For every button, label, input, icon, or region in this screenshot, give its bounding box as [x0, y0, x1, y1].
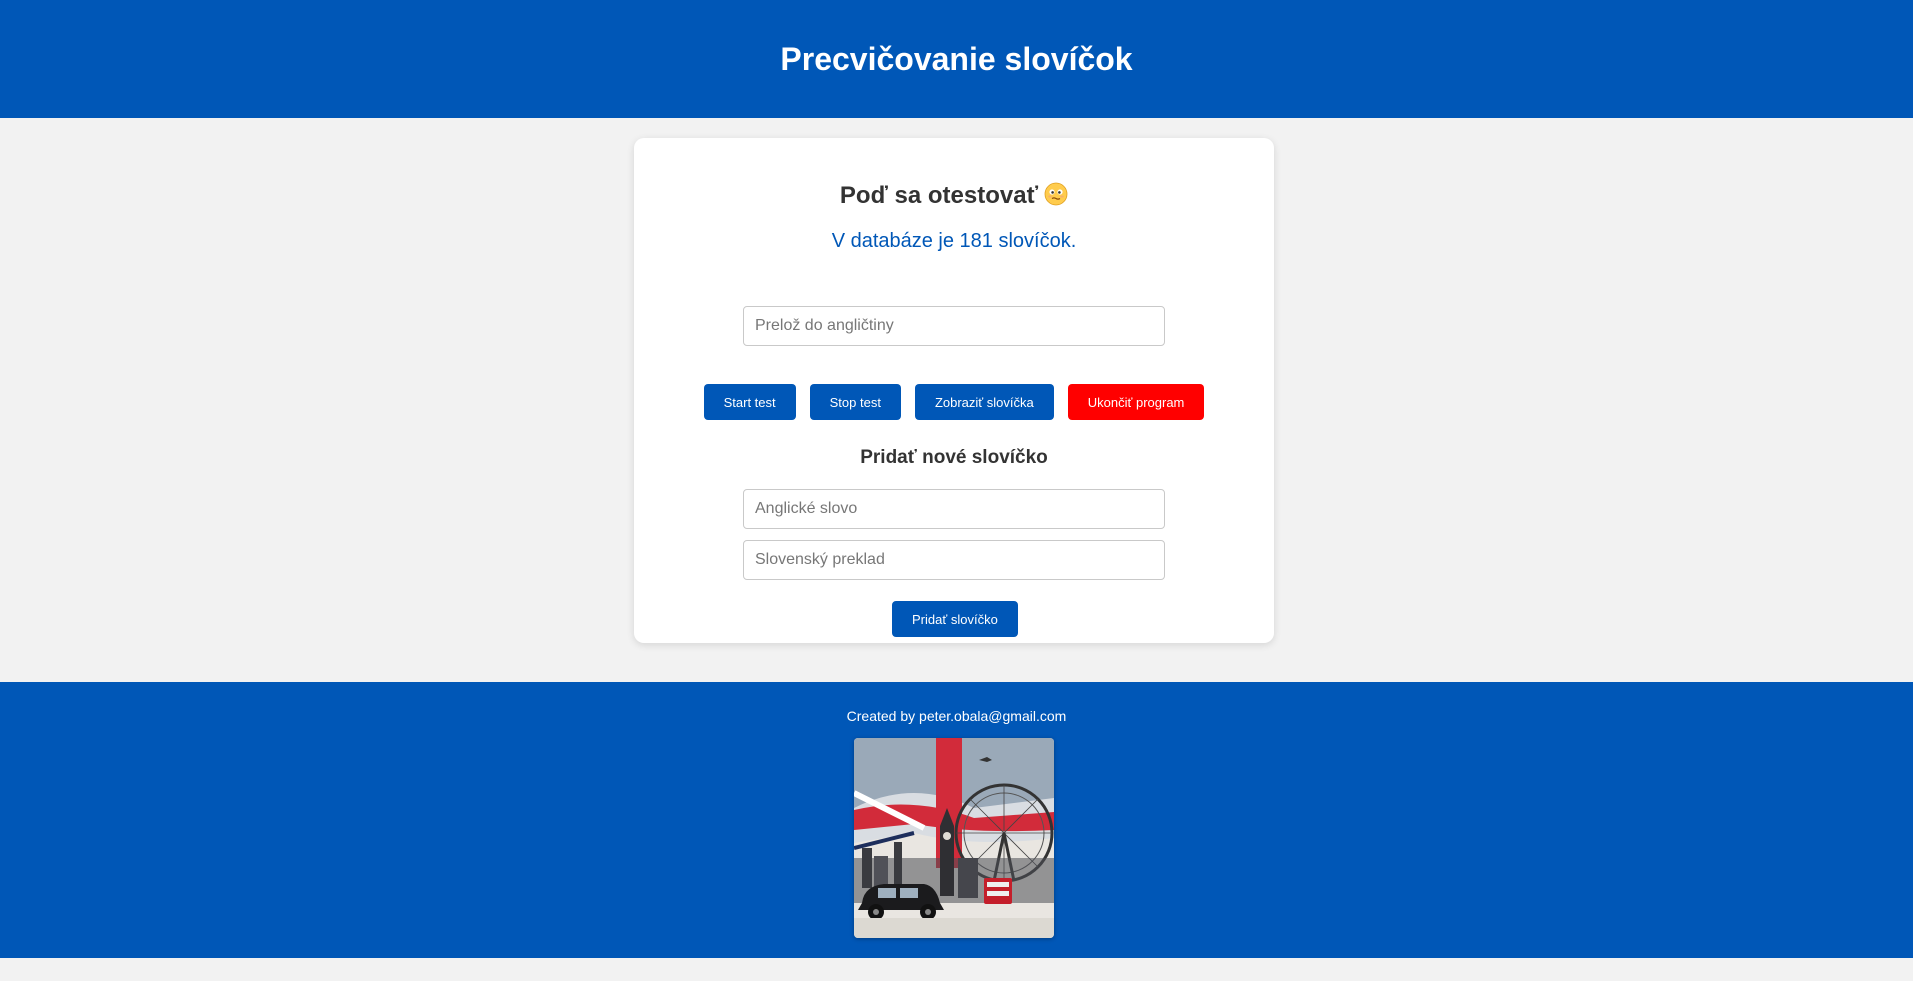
test-title: Poď sa otestovať [839, 182, 1039, 209]
start-test-button[interactable]: Start test [703, 384, 796, 420]
page-title: Precvičovanie slovíčok [780, 40, 1133, 77]
test-title-row: Poď sa otestovať [634, 182, 1274, 210]
add-word-title: Pridať nové slovíčko [860, 447, 1048, 468]
london-illustration-image [854, 738, 1054, 938]
london-illustration-svg [854, 738, 1054, 938]
page-header: Precvičovanie slovíčok [0, 0, 1913, 118]
add-word-button[interactable]: Pridať slovíčko [892, 601, 1018, 637]
quit-program-button[interactable]: Ukončiť program [1067, 384, 1205, 420]
english-word-input[interactable] [743, 489, 1165, 529]
slovak-translation-input[interactable] [743, 540, 1165, 580]
translate-input[interactable] [743, 306, 1165, 346]
test-card: Poď sa otestovať V databáze je 181 sloví… [634, 138, 1274, 643]
stop-test-button[interactable]: Stop test [809, 384, 901, 420]
action-buttons: Start test Stop test Zobraziť slovíčka U… [634, 384, 1274, 420]
show-words-button[interactable]: Zobraziť slovíčka [914, 384, 1054, 420]
main-area: Poď sa otestovať V databáze je 181 sloví… [0, 118, 1913, 682]
face-emoji-icon [1044, 182, 1068, 206]
word-count: V databáze je 181 slovíčok. [831, 230, 1077, 252]
page-footer: Created by peter.obala@gmail.com [0, 682, 1913, 958]
footer-credit: Created by peter.obala@gmail.com [846, 708, 1067, 724]
